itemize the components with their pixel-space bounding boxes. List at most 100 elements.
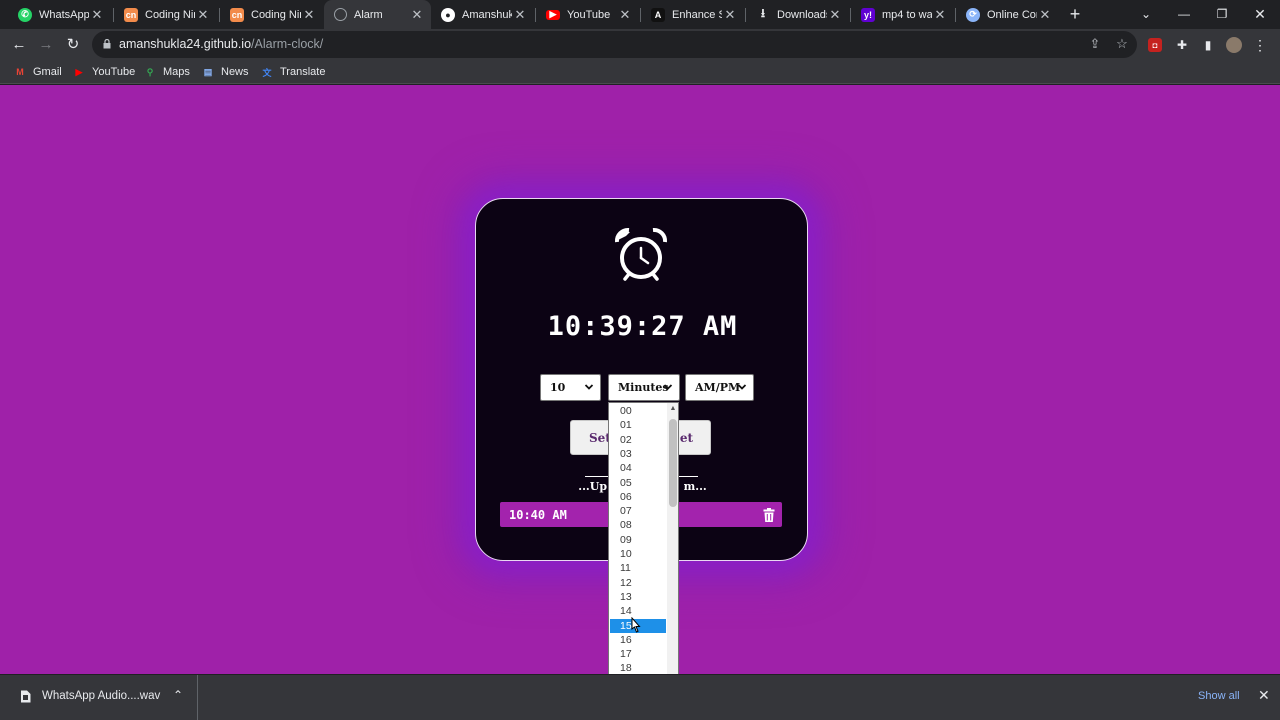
yahoo-icon: y! xyxy=(861,7,875,22)
youtube-icon: ▶ xyxy=(546,9,560,20)
chevron-up-icon[interactable]: ⌃ xyxy=(173,688,183,702)
download-item[interactable]: WhatsApp Audio....wav ⌃ xyxy=(0,675,198,720)
dropdown-option[interactable]: 09 xyxy=(610,533,666,547)
dropdown-option[interactable]: 07 xyxy=(610,504,666,518)
dropdown-option[interactable]: 12 xyxy=(610,576,666,590)
globe-icon xyxy=(334,8,347,21)
dropdown-option[interactable]: 17 xyxy=(610,647,666,661)
bookmark-gmail[interactable]: M Gmail xyxy=(13,64,61,80)
bookmark-label: Translate xyxy=(280,66,326,78)
trash-icon[interactable] xyxy=(763,508,775,522)
tab-youtube[interactable]: ▶ YouTube ✕ xyxy=(536,0,639,29)
restore-button[interactable]: ❐ xyxy=(1203,0,1241,29)
minimize-button[interactable]: — xyxy=(1165,0,1203,29)
dropdown-option[interactable]: 03 xyxy=(610,447,666,461)
side-panel-icon[interactable]: ▮ xyxy=(1200,37,1216,53)
tab-whatsapp[interactable]: ✆ WhatsApp ✕ xyxy=(8,0,111,29)
file-icon xyxy=(21,690,31,703)
minute-select-value: Minutes xyxy=(618,381,669,394)
ampm-select[interactable]: AM/PM xyxy=(685,374,754,401)
dropdown-option[interactable]: 00 xyxy=(610,404,666,418)
tab-online-converter[interactable]: ⟳ Online Con ✕ xyxy=(956,0,1059,29)
scroll-up-icon[interactable]: ▲ xyxy=(667,404,678,414)
show-all-downloads-link[interactable]: Show all xyxy=(1198,690,1240,702)
bookmark-news[interactable]: ▤ News xyxy=(201,64,249,80)
bookmark-maps[interactable]: ⚲ Maps xyxy=(143,64,190,80)
close-icon[interactable]: ✕ xyxy=(1037,7,1053,23)
tab-label: YouTube xyxy=(567,8,611,21)
tab-label: Downloads xyxy=(777,8,827,21)
tab-label: Alarm xyxy=(354,8,383,21)
dropdown-option[interactable]: 08 xyxy=(610,518,666,532)
bookmark-youtube[interactable]: ▶ YouTube xyxy=(72,64,136,80)
dropdown-option[interactable]: 05 xyxy=(610,476,666,490)
extensions-puzzle-icon[interactable]: ✚ xyxy=(1174,37,1190,53)
chevron-down-icon xyxy=(737,384,747,390)
scrollbar-thumb[interactable] xyxy=(669,419,677,507)
tab-label: Coding Nin xyxy=(251,8,301,21)
pocket-extension-icon[interactable]: ◘ xyxy=(1148,38,1162,52)
tab-label: Online Con xyxy=(987,8,1037,21)
tab-alarm[interactable]: Alarm ✕ xyxy=(324,0,431,29)
maps-icon: ⚲ xyxy=(146,66,154,77)
coding-ninjas-icon: cn xyxy=(124,7,138,22)
dropdown-option[interactable]: 02 xyxy=(610,433,666,447)
forward-button[interactable]: → xyxy=(35,34,57,56)
bookmark-label: Maps xyxy=(163,66,190,78)
chevron-down-icon xyxy=(663,384,673,390)
tab-search-icon[interactable]: ⌄ xyxy=(1127,0,1165,29)
hour-select[interactable]: 10 xyxy=(540,374,601,401)
alarm-clock-icon xyxy=(614,227,668,281)
tab-label: Coding Nin xyxy=(145,8,195,21)
close-icon[interactable]: ✕ xyxy=(722,7,738,23)
hour-select-value: 10 xyxy=(550,381,566,394)
close-icon[interactable]: ✕ xyxy=(617,7,633,23)
back-button[interactable]: ← xyxy=(8,34,30,56)
close-window-button[interactable]: ✕ xyxy=(1241,0,1279,29)
tab-adobe[interactable]: A Enhance Sp ✕ xyxy=(641,0,744,29)
dropdown-option[interactable]: 13 xyxy=(610,590,666,604)
minute-dropdown-list[interactable]: ▲ ▼ 000102030405060708091011121314151617… xyxy=(608,402,679,689)
dropdown-option[interactable]: 10 xyxy=(610,547,666,561)
whatsapp-icon: ✆ xyxy=(18,7,32,22)
tab-coding-ninjas[interactable]: cn Coding Nin ✕ xyxy=(114,0,217,29)
close-icon[interactable]: ✕ xyxy=(827,7,843,23)
bookmark-translate[interactable]: 文 Translate xyxy=(260,64,325,80)
download-icon: ⭳ xyxy=(760,6,766,20)
github-icon: ● xyxy=(441,7,455,22)
tab-downloads[interactable]: ⭳ Downloads ✕ xyxy=(746,0,849,29)
url-text: amanshukla24.github.io/Alarm-clock/ xyxy=(119,37,324,51)
close-icon[interactable]: ✕ xyxy=(512,7,528,23)
tab-coding-ninjas-2[interactable]: cn Coding Nin ✕ xyxy=(220,0,323,29)
bookmark-star-icon[interactable]: ☆ xyxy=(1114,36,1130,52)
alarm-time: 10:40 AM xyxy=(509,508,567,522)
dropdown-option[interactable]: 01 xyxy=(610,418,666,432)
dropdown-option[interactable]: 04 xyxy=(610,461,666,475)
avatar[interactable] xyxy=(1226,37,1242,53)
close-icon[interactable]: ✕ xyxy=(932,7,948,23)
browser-toolbar: ← → ↻ amanshukla24.github.io/Alarm-clock… xyxy=(0,29,1280,60)
tab-github[interactable]: ● Amanshukl ✕ xyxy=(431,0,534,29)
dropdown-option[interactable]: 11 xyxy=(610,561,666,575)
new-tab-button[interactable]: + xyxy=(1067,4,1083,24)
dropdown-option[interactable]: 06 xyxy=(610,490,666,504)
tab-yahoo[interactable]: y! mp4 to wa ✕ xyxy=(851,0,954,29)
reload-button[interactable]: ↻ xyxy=(62,34,84,56)
tab-label: WhatsApp xyxy=(39,8,89,21)
minute-select[interactable]: Minutes xyxy=(608,374,680,401)
bookmarks-bar: M Gmail ▶ YouTube ⚲ Maps ▤ News 文 Transl… xyxy=(0,60,1280,84)
close-icon[interactable]: ✕ xyxy=(409,7,425,23)
close-icon[interactable]: ✕ xyxy=(301,7,317,23)
adobe-icon: A xyxy=(651,7,665,22)
bookmark-label: YouTube xyxy=(92,66,136,78)
tab-label: Amanshukl xyxy=(462,8,512,21)
tab-strip: ✆ WhatsApp ✕ cn Coding Nin ✕ cn Coding N… xyxy=(0,0,1280,29)
close-icon[interactable]: ✕ xyxy=(195,7,211,23)
address-bar[interactable]: amanshukla24.github.io/Alarm-clock/ ⇪ ☆ xyxy=(92,31,1137,58)
close-icon[interactable]: ✕ xyxy=(89,7,105,23)
online-converter-icon: ⟳ xyxy=(966,7,980,22)
close-icon[interactable]: ✕ xyxy=(1258,687,1270,704)
menu-icon[interactable]: ⋮ xyxy=(1252,37,1268,53)
share-icon[interactable]: ⇪ xyxy=(1087,36,1103,52)
lock-icon xyxy=(103,39,111,49)
